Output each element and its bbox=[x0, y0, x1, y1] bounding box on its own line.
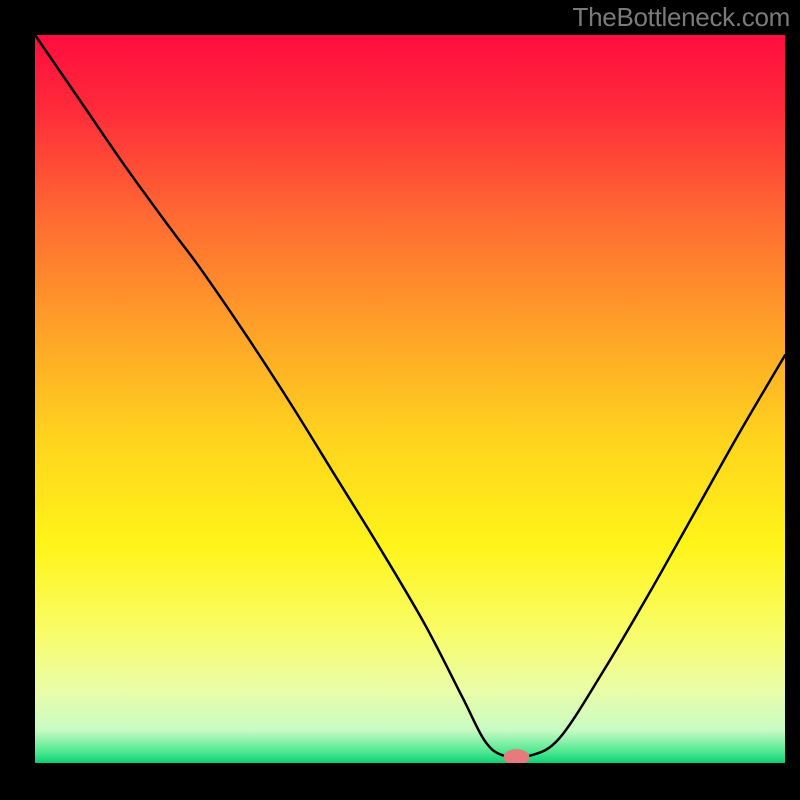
bottleneck-plot bbox=[35, 35, 785, 763]
chart-frame: TheBottleneck.com bbox=[0, 0, 800, 800]
watermark-text: TheBottleneck.com bbox=[573, 2, 790, 33]
gradient-background bbox=[35, 35, 785, 763]
